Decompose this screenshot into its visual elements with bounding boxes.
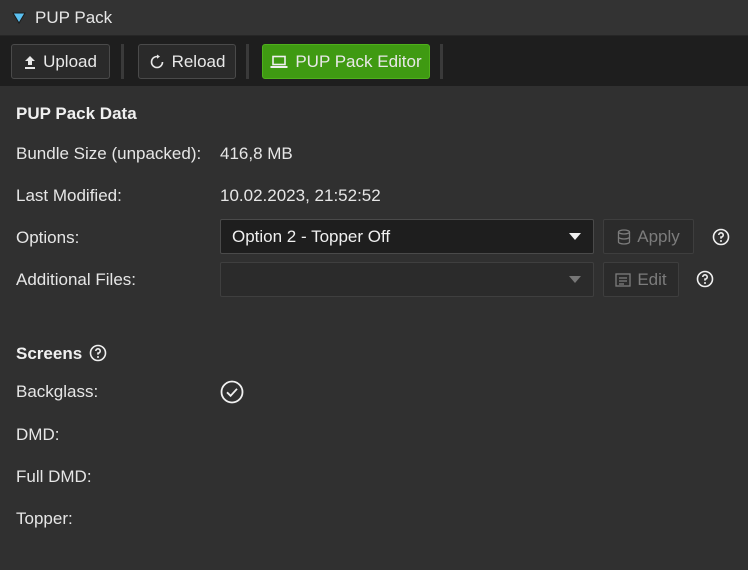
last-modified-label: Last Modified:	[16, 186, 122, 205]
dmd-label: DMD:	[16, 425, 60, 444]
toolbar: Upload Reload PUP Pack Editor	[0, 36, 748, 86]
options-help-icon[interactable]	[712, 228, 730, 246]
topper-label: Topper:	[16, 509, 73, 528]
section-title-data: PUP Pack Data	[16, 104, 137, 123]
bundle-size-label: Bundle Size (unpacked):	[16, 144, 202, 163]
options-selected-value: Option 2 - Topper Off	[232, 226, 391, 246]
check-circle-icon	[220, 380, 244, 404]
reload-label: Reload	[171, 51, 226, 71]
additional-files-help-icon[interactable]	[696, 270, 714, 288]
options-dropdown[interactable]: Option 2 - Topper Off	[220, 219, 594, 254]
toolbar-separator	[246, 44, 249, 79]
additional-files-label: Additional Files:	[16, 270, 137, 289]
pup-pack-editor-button[interactable]: PUP Pack Editor	[262, 44, 430, 79]
editor-label: PUP Pack Editor	[295, 51, 422, 71]
edit-label: Edit	[637, 269, 667, 289]
collapse-triangle-icon[interactable]	[11, 10, 27, 26]
backglass-label: Backglass:	[16, 382, 99, 401]
toolbar-separator	[121, 44, 124, 79]
apply-label: Apply	[637, 226, 680, 246]
screens-help-icon[interactable]	[89, 344, 107, 362]
last-modified-value: 10.02.2023, 21:52:52	[220, 186, 381, 205]
full-dmd-label: Full DMD:	[16, 467, 92, 486]
upload-button[interactable]: Upload	[11, 44, 110, 79]
options-label: Options:	[16, 228, 80, 247]
edit-document-icon	[615, 272, 631, 287]
section-title-screens: Screens	[16, 344, 83, 363]
upload-label: Upload	[43, 51, 97, 71]
laptop-icon	[270, 55, 288, 69]
upload-icon	[24, 55, 36, 69]
chevron-down-icon[interactable]	[569, 233, 581, 240]
toolbar-separator	[440, 44, 443, 79]
panel-title: PUP Pack	[35, 7, 113, 27]
chevron-down-icon[interactable]	[569, 276, 581, 283]
panel-header[interactable]: PUP Pack	[0, 0, 748, 36]
bundle-size-value: 416,8 MB	[220, 144, 293, 163]
edit-button[interactable]: Edit	[603, 262, 679, 297]
reload-button[interactable]: Reload	[138, 44, 236, 79]
reload-icon	[149, 54, 165, 70]
additional-files-dropdown[interactable]	[220, 262, 594, 297]
database-icon	[617, 228, 631, 245]
apply-button[interactable]: Apply	[603, 219, 694, 254]
